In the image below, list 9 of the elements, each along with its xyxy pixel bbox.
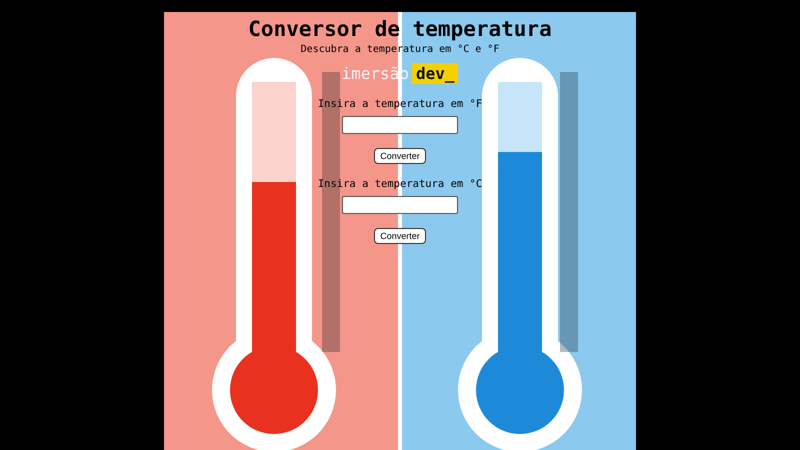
- page-title: Conversor de temperatura: [248, 16, 552, 42]
- subtitle: Descubra a temperatura em °C e °F: [300, 44, 500, 55]
- logo-highlight: dev_: [412, 63, 458, 84]
- field-label: Insira a temperatura em °C: [318, 178, 482, 190]
- convert-button[interactable]: Converter: [374, 148, 426, 164]
- temperature-input[interactable]: [342, 116, 458, 134]
- convert-button[interactable]: Converter: [374, 228, 426, 244]
- temperature-input[interactable]: [342, 196, 458, 214]
- field-label: Insira a temperatura em °F: [318, 98, 482, 110]
